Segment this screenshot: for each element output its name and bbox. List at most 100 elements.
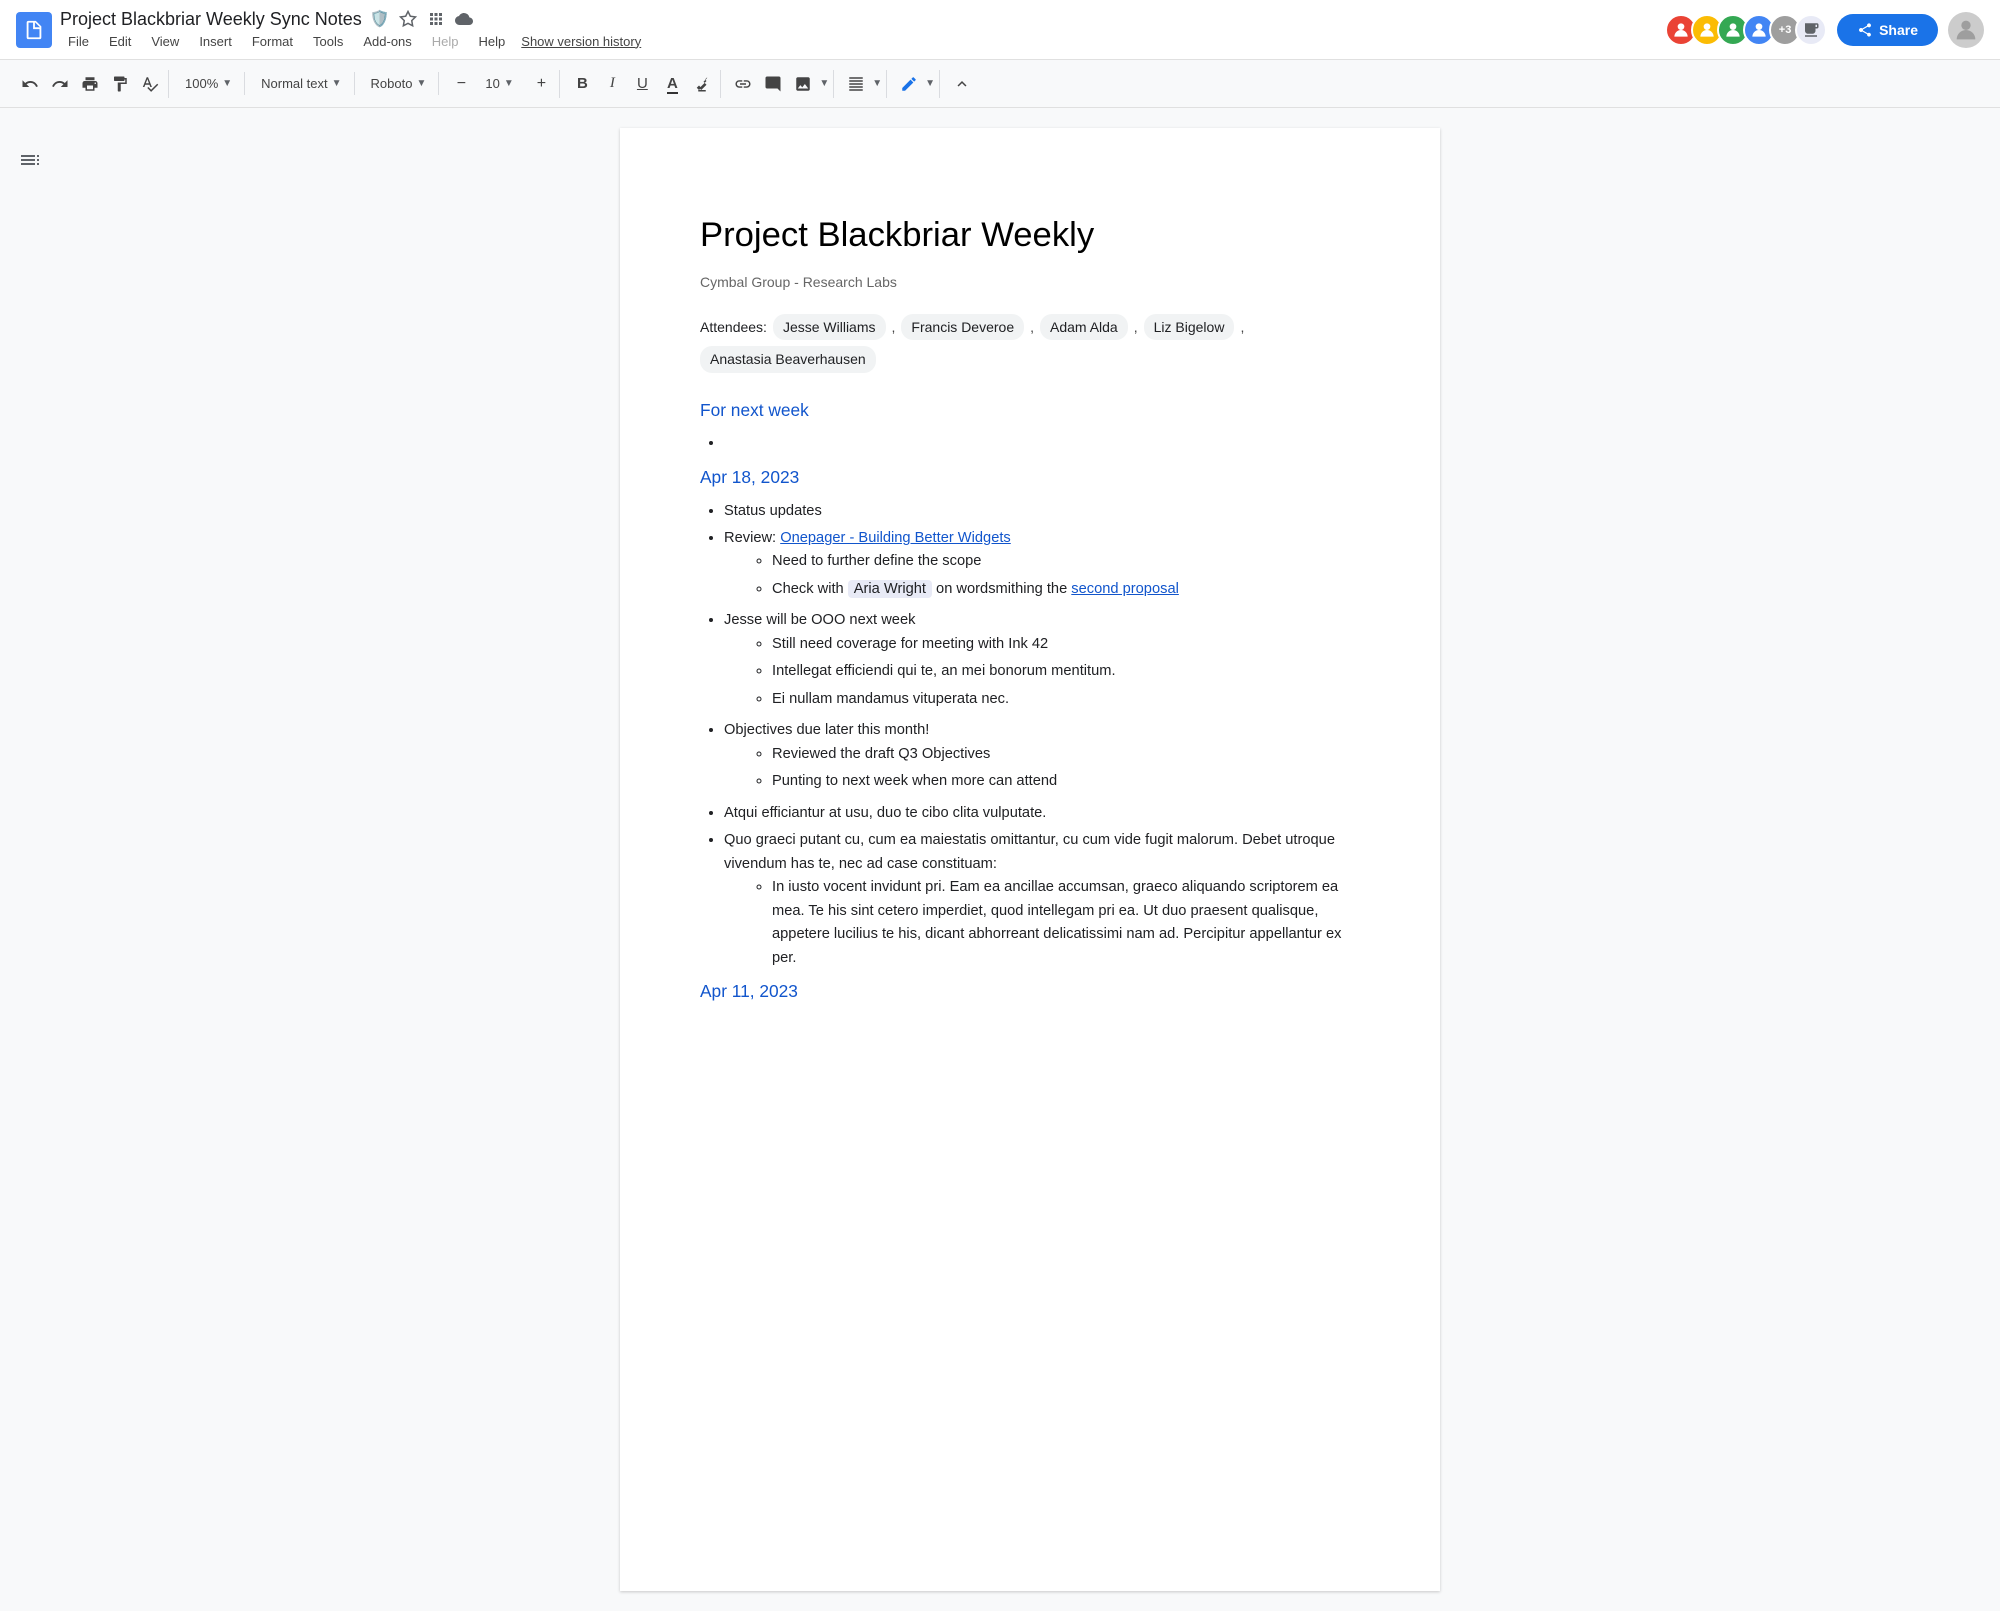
document-subtitle: Cymbal Group - Research Labs: [700, 271, 1360, 293]
for-next-week-list: [724, 432, 1360, 455]
cloud-icon: [454, 9, 474, 29]
print-icon: [81, 75, 99, 93]
right-controls: +3 Share: [1665, 12, 1984, 48]
star-icon[interactable]: [398, 9, 418, 29]
doc-title-row: Project Blackbriar Weekly Sync Notes 🛡️: [60, 9, 1657, 30]
attendee-sep-4: ,: [1240, 316, 1244, 338]
edit-pencil-icon: [900, 75, 918, 93]
zoom-value: 100%: [185, 76, 218, 91]
subitem-define-scope: Need to further define the scope: [772, 550, 1360, 573]
review-sublist: Need to further define the scope Check w…: [772, 550, 1360, 601]
attendee-liz-bigelow: Liz Bigelow: [1144, 314, 1235, 340]
toolbar-fontsize-group: − 10 ▼ +: [443, 70, 560, 98]
menu-help[interactable]: Help: [471, 32, 514, 51]
spell-check-button[interactable]: [136, 70, 164, 98]
attendee-adam-alda: Adam Alda: [1040, 314, 1128, 340]
text-style-dropdown[interactable]: Normal text ▼: [253, 72, 349, 95]
collaborator-avatars: +3: [1665, 14, 1827, 46]
toolbar-style-group: Normal text ▼: [249, 72, 354, 95]
onepager-link[interactable]: Onepager - Building Better Widgets: [780, 530, 1011, 546]
zoom-dropdown[interactable]: 100% ▼: [177, 72, 240, 95]
section-apr-18: Apr 18, 2023: [700, 464, 1360, 492]
document-area: Project Blackbriar Weekly Cymbal Group -…: [0, 108, 2000, 1611]
undo-button[interactable]: [16, 70, 44, 98]
menu-format[interactable]: Tools: [305, 32, 351, 51]
move-icon[interactable]: [426, 9, 446, 29]
menu-file[interactable]: File: [60, 32, 97, 51]
highlight-button[interactable]: [688, 70, 716, 98]
redo-button[interactable]: [46, 70, 74, 98]
print-button[interactable]: [76, 70, 104, 98]
version-history-link[interactable]: Show version history: [521, 34, 641, 49]
italic-button[interactable]: I: [598, 70, 626, 98]
toolbar-history-group: [12, 70, 169, 98]
title-info: Project Blackbriar Weekly Sync Notes 🛡️ …: [60, 9, 1657, 51]
document-outline-icon[interactable]: [18, 148, 42, 172]
paint-format-button[interactable]: [106, 70, 134, 98]
font-arrow: ▼: [416, 78, 426, 89]
attendee-sep-2: ,: [1030, 316, 1034, 338]
doc-icon: [16, 12, 52, 48]
list-item-atqui: Atqui efficiantur at usu, duo te cibo cl…: [724, 802, 1360, 825]
second-proposal-link[interactable]: second proposal: [1071, 581, 1179, 597]
share-button[interactable]: Share: [1837, 14, 1938, 46]
left-margin: [0, 108, 60, 1611]
suggest-dropdown-arrow[interactable]: ▼: [925, 78, 935, 89]
toolbar-insert-group: ▼: [725, 70, 834, 98]
image-dropdown-arrow[interactable]: ▼: [819, 78, 829, 89]
image-icon: [794, 75, 812, 93]
collapse-icon: [953, 75, 971, 93]
bold-button[interactable]: B: [568, 70, 596, 98]
jesse-ooo-sublist: Still need coverage for meeting with Ink…: [772, 633, 1360, 711]
comment-button[interactable]: [759, 70, 787, 98]
share-label: Share: [1879, 22, 1918, 38]
attendee-sep-3: ,: [1134, 316, 1138, 338]
section-for-next-week: For next week: [700, 397, 1360, 425]
document-page[interactable]: Project Blackbriar Weekly Cymbal Group -…: [620, 128, 1440, 1591]
fontsize-increase[interactable]: +: [527, 70, 555, 98]
document-title[interactable]: Project Blackbriar Weekly Sync Notes: [60, 9, 362, 30]
menu-file[interactable]: Edit: [101, 32, 139, 51]
title-bar: Project Blackbriar Weekly Sync Notes 🛡️ …: [0, 0, 2000, 60]
subitem-coverage-ink42: Still need coverage for meeting with Ink…: [772, 633, 1360, 656]
fontsize-dropdown[interactable]: 10 ▼: [477, 72, 525, 95]
user-avatar[interactable]: [1948, 12, 1984, 48]
comment-icon: [764, 75, 782, 93]
align-button[interactable]: [842, 70, 870, 98]
paint-format-icon: [111, 75, 129, 93]
menu-tools[interactable]: Add-ons: [355, 32, 419, 51]
text-style-value: Normal text: [261, 76, 327, 91]
font-dropdown[interactable]: Roboto ▼: [363, 72, 435, 95]
objectives-sublist: Reviewed the draft Q3 Objectives Punting…: [772, 743, 1360, 794]
avatar-presentation[interactable]: [1795, 14, 1827, 46]
attendee-jesse-williams: Jesse Williams: [773, 314, 886, 340]
fontsize-decrease[interactable]: −: [447, 70, 475, 98]
align-dropdown-arrow[interactable]: ▼: [872, 78, 882, 89]
image-button[interactable]: [789, 70, 817, 98]
link-button[interactable]: [729, 70, 757, 98]
collapse-button[interactable]: [948, 70, 976, 98]
menu-view[interactable]: Insert: [191, 32, 240, 51]
spell-check-icon: [141, 75, 159, 93]
section-apr-11: Apr 11, 2023: [700, 978, 1360, 1006]
link-icon: [734, 75, 752, 93]
document-title: Project Blackbriar Weekly: [700, 208, 1360, 263]
menu-edit[interactable]: View: [143, 32, 187, 51]
toolbar-collapse-group: [944, 70, 980, 98]
text-color-indicator: A: [667, 75, 678, 92]
attendee-francis-deveroe: Francis Deveroe: [901, 314, 1024, 340]
underline-button[interactable]: U: [628, 70, 656, 98]
list-item-jesse-ooo: Jesse will be OOO next week Still need c…: [724, 609, 1360, 711]
suggest-button[interactable]: [895, 70, 923, 98]
shield-icon: 🛡️: [370, 9, 390, 29]
attendees-label: Attendees:: [700, 316, 767, 338]
menu-insert[interactable]: Format: [244, 32, 301, 51]
text-color-button[interactable]: A: [658, 70, 686, 98]
fontsize-value: 10: [485, 76, 499, 91]
subitem-punting: Punting to next week when more can atten…: [772, 770, 1360, 793]
attendees-row: Attendees: Jesse Williams , Francis Deve…: [700, 314, 1360, 373]
toolbar-align-group: ▼: [838, 70, 887, 98]
menu-addons: Help: [424, 32, 467, 51]
subitem-draft-q3: Reviewed the draft Q3 Objectives: [772, 743, 1360, 766]
subitem-aria-wright: Check with Aria Wright on wordsmithing t…: [772, 578, 1360, 601]
